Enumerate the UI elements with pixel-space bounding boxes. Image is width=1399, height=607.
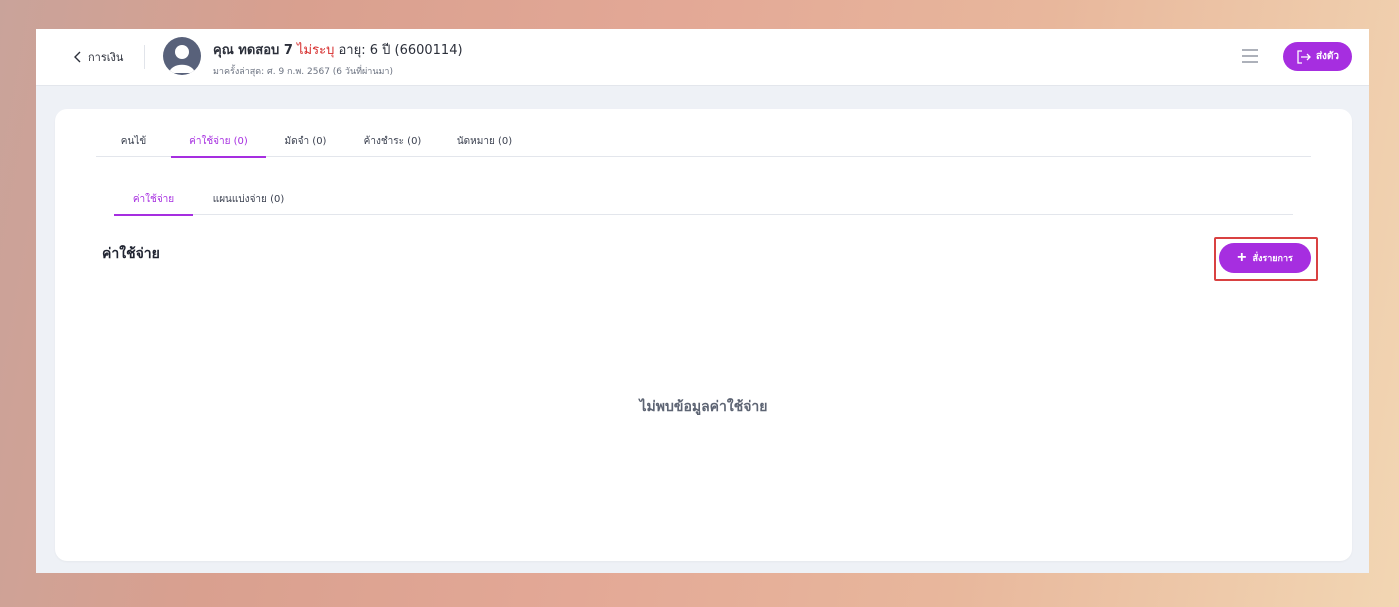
tab-deposit[interactable]: มัดจำ (0) [266,126,345,157]
section-title: ค่าใช้จ่าย [102,246,160,262]
tab-expenses[interactable]: ค่าใช้จ่าย (0) [171,126,266,158]
tab-outstanding[interactable]: ค้างชำระ (0) [345,126,440,157]
patient-info: คุณ ทดสอบ 7 ไม่ระบุ อายุ: 6 ปี (6600114) [213,39,463,60]
back-label: การเงิน [88,51,124,64]
header-divider [144,45,145,69]
empty-state-message: ไม่พบข้อมูลค่าใช้จ่าย [639,399,768,415]
add-order-label: สั่งรายการ [1252,253,1293,263]
patient-age: อายุ: 6 ปี (6600114) [338,43,463,58]
tab-patient[interactable]: คนไข้ [96,126,171,157]
chevron-left-icon [74,51,81,63]
patient-sex: ไม่ระบุ [297,43,335,58]
subtab-expenses[interactable]: ค่าใช้จ่าย [114,183,193,216]
patient-name: คุณ ทดสอบ 7 [213,43,293,58]
hamburger-menu-icon[interactable] [1241,48,1259,64]
logout-arrow-icon [1297,49,1311,64]
main-card: คนไข้ ค่าใช้จ่าย (0) มัดจำ (0) ค้างชำระ … [55,109,1352,561]
back-button[interactable]: การเงิน [72,47,123,67]
send-button[interactable]: ส่งตัว [1283,42,1352,71]
main-tabs: คนไข้ ค่าใช้จ่าย (0) มัดจำ (0) ค้างชำระ … [96,126,1311,158]
plus-icon: + [1237,249,1247,266]
sub-tabs: ค่าใช้จ่าย แผนแบ่งจ่าย (0) [114,183,1293,216]
user-avatar-icon [163,37,201,75]
tab-appointments[interactable]: นัดหมาย (0) [440,126,529,157]
app-window: การเงิน คุณ ทดสอบ 7 ไม่ระบุ อายุ: 6 ปี (… [36,29,1369,573]
top-bar: การเงิน คุณ ทดสอบ 7 ไม่ระบุ อายุ: 6 ปี (… [36,29,1369,86]
subtab-installment-plan[interactable]: แผนแบ่งจ่าย (0) [193,183,304,215]
last-visit: มาครั้งล่าสุด: ศ. 9 ก.พ. 2567 (6 วันที่ผ… [213,67,393,77]
send-label: ส่งตัว [1315,51,1340,62]
add-order-button[interactable]: + สั่งรายการ [1219,243,1311,273]
